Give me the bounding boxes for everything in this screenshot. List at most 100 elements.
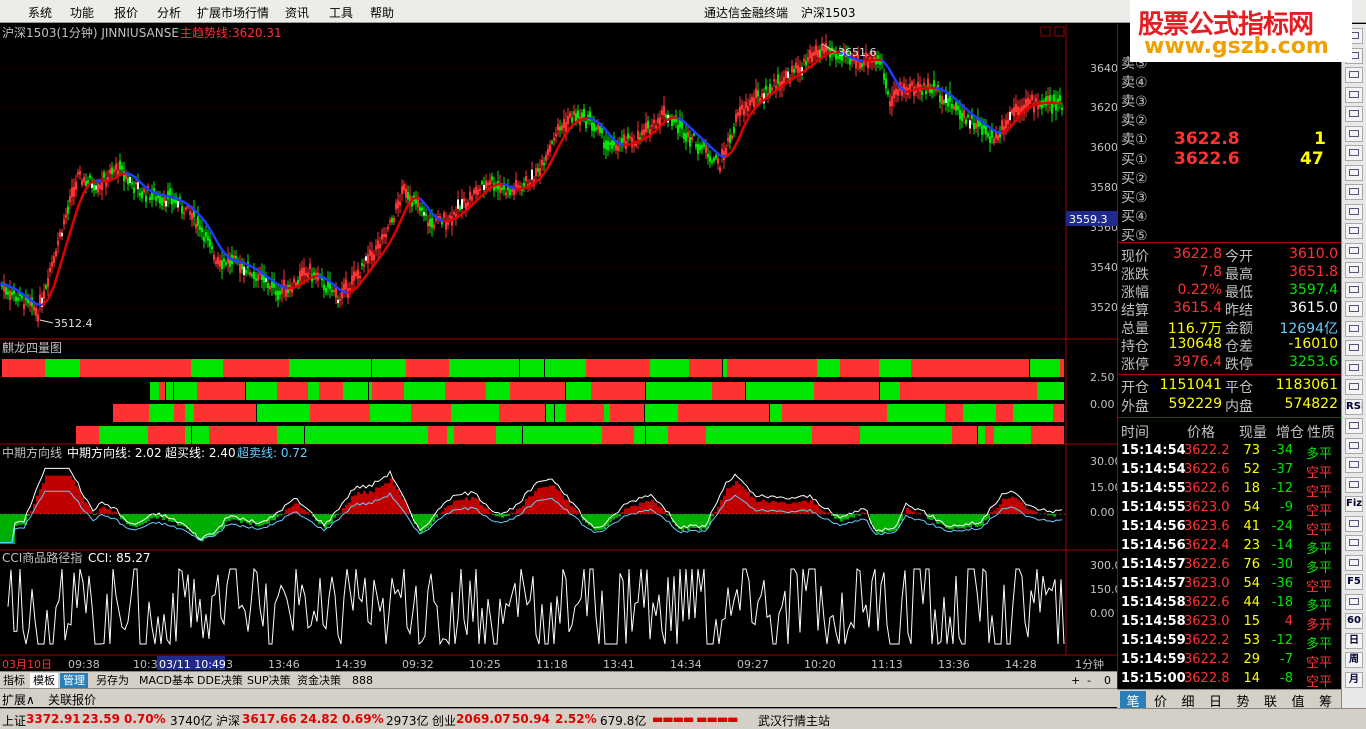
zoom-out-button[interactable]: - [1084, 673, 1094, 688]
volume-bar-red [499, 404, 510, 422]
quote-label: 开仓 [1121, 380, 1149, 396]
toolbar-button-icon[interactable]: 周 [1345, 652, 1363, 668]
menu-system[interactable]: 系统 [28, 4, 52, 21]
volume-bar-red [113, 404, 149, 422]
volume-bar-red [951, 382, 972, 400]
menu-function[interactable]: 功能 [70, 4, 94, 21]
toolbar-button-icon[interactable] [1345, 301, 1363, 317]
tick-price: 3623.0 [1184, 576, 1230, 591]
toolbar-button-icon[interactable] [1345, 418, 1363, 434]
menu-tools[interactable]: 工具 [329, 4, 353, 21]
toolbar-button-icon[interactable] [1345, 203, 1363, 220]
candle [671, 118, 673, 126]
menu-help[interactable]: 帮助 [370, 4, 394, 21]
toolbar-button-icon[interactable] [1345, 340, 1363, 356]
candle [13, 290, 15, 294]
direction-bar [108, 509, 111, 514]
quote-label: 金额 [1225, 321, 1253, 337]
chart-area[interactable]: 沪深1503(1分钟) JINNIUSANSE 主趋势线: 3620.31 36… [0, 24, 1117, 671]
price-tick: 3580 [1090, 181, 1117, 194]
candle [281, 287, 283, 294]
toolbar-button-icon[interactable] [1345, 281, 1363, 298]
time-label: 10:25 [469, 658, 501, 671]
toolbar-button-icon[interactable] [1345, 223, 1363, 239]
tick-volume: 44 [1243, 595, 1260, 610]
toolbar-button-icon[interactable]: 60 [1345, 613, 1363, 629]
toolbar-button-icon[interactable] [1345, 320, 1363, 337]
tick-nature: 多平 [1306, 599, 1333, 614]
tick-time: 15:14:54 [1121, 443, 1186, 458]
toolbar-button-icon[interactable]: 月 [1345, 671, 1363, 688]
toolbar-button-icon[interactable]: RSI [1345, 398, 1363, 415]
candle [469, 191, 471, 200]
toolbar-button-icon[interactable] [1345, 106, 1363, 122]
toolbar-button-icon[interactable] [1345, 242, 1363, 259]
zoom-reset-button[interactable]: 0 [1101, 673, 1114, 688]
tab-indicator[interactable]: 指标 [0, 673, 28, 688]
candle [5, 287, 7, 295]
toolbar-button-icon[interactable]: Fiz [1345, 496, 1363, 512]
menu-info[interactable]: 资讯 [285, 4, 309, 21]
server-name[interactable]: 武汉行情主站 [758, 712, 830, 729]
tab-888[interactable]: 888 [349, 673, 376, 688]
toolbar-button-icon[interactable] [1345, 379, 1363, 395]
tab-extend[interactable]: 扩展∧ [2, 691, 35, 708]
toolbar-button-icon[interactable]: 日 [1345, 632, 1363, 649]
candle [987, 133, 989, 137]
candle [453, 211, 455, 215]
candle [1025, 99, 1027, 108]
toolbar-button-icon[interactable] [1345, 86, 1363, 103]
toolbar-button-icon[interactable] [1345, 476, 1363, 493]
direction-bar [936, 514, 939, 524]
tab-macd[interactable]: MACD基本 [136, 673, 197, 688]
quote-value: 130648 [1168, 336, 1222, 352]
menu-ext-market[interactable]: 扩展市场行情 [197, 4, 269, 21]
toolbar-button-icon[interactable] [1345, 554, 1363, 571]
quote-label: 结算 [1121, 303, 1149, 319]
toolbar-button-icon[interactable] [1345, 67, 1363, 83]
candle [177, 201, 179, 208]
toolbar-button-icon[interactable] [1345, 164, 1363, 181]
time-label: 10:20 [804, 658, 836, 671]
tick-oi-change: -37 [1271, 462, 1293, 477]
toolbar-button-icon[interactable] [1345, 125, 1363, 142]
zoom-in-button[interactable]: + [1068, 673, 1083, 688]
toolbar-button-icon[interactable] [1345, 145, 1363, 161]
toolbar-button-icon[interactable] [1345, 457, 1363, 473]
menu-analysis[interactable]: 分析 [157, 4, 181, 21]
toolbar-button-icon[interactable] [1345, 359, 1363, 376]
menu-quote[interactable]: 报价 [114, 4, 138, 21]
quote-row: 涨跌 7.8 最高 3651.8 [1118, 264, 1341, 283]
trend-segment [155, 192, 163, 197]
candle [711, 160, 713, 163]
tab-manage[interactable]: 管理 [60, 673, 88, 688]
candle [53, 256, 55, 264]
candle [51, 262, 53, 267]
direction-bar [795, 503, 798, 514]
toolbar-button-icon[interactable] [1345, 184, 1363, 200]
bid-row: 买⑤ [1118, 225, 1341, 244]
candle [1051, 103, 1053, 114]
toolbar-button-icon[interactable] [1345, 593, 1363, 610]
tab-fund[interactable]: 资金决策 [294, 673, 344, 688]
candle [549, 144, 551, 152]
tab-related[interactable]: 关联报价 [48, 691, 96, 708]
tick-nature: 空平 [1306, 675, 1333, 690]
tab-template[interactable]: 模板 [30, 673, 58, 688]
bid-row: 买② [1118, 168, 1341, 187]
candle [299, 271, 301, 281]
candle [99, 184, 101, 189]
toolbar-button-icon[interactable]: F5 [1345, 574, 1363, 590]
toolbar-button-icon[interactable] [1345, 515, 1363, 532]
candle [541, 160, 543, 166]
candle [567, 115, 569, 125]
tab-saveas[interactable]: 另存为 [93, 673, 132, 688]
candle [747, 106, 749, 112]
toolbar-button-icon[interactable] [1345, 437, 1363, 454]
period-label[interactable]: 1分钟 [1075, 657, 1104, 671]
toolbar-button-icon[interactable] [1345, 535, 1363, 551]
toolbar-button-icon[interactable] [1345, 262, 1363, 278]
candle [47, 278, 49, 287]
tab-dde[interactable]: DDE决策 [194, 673, 246, 688]
tab-sup[interactable]: SUP决策 [244, 673, 294, 688]
